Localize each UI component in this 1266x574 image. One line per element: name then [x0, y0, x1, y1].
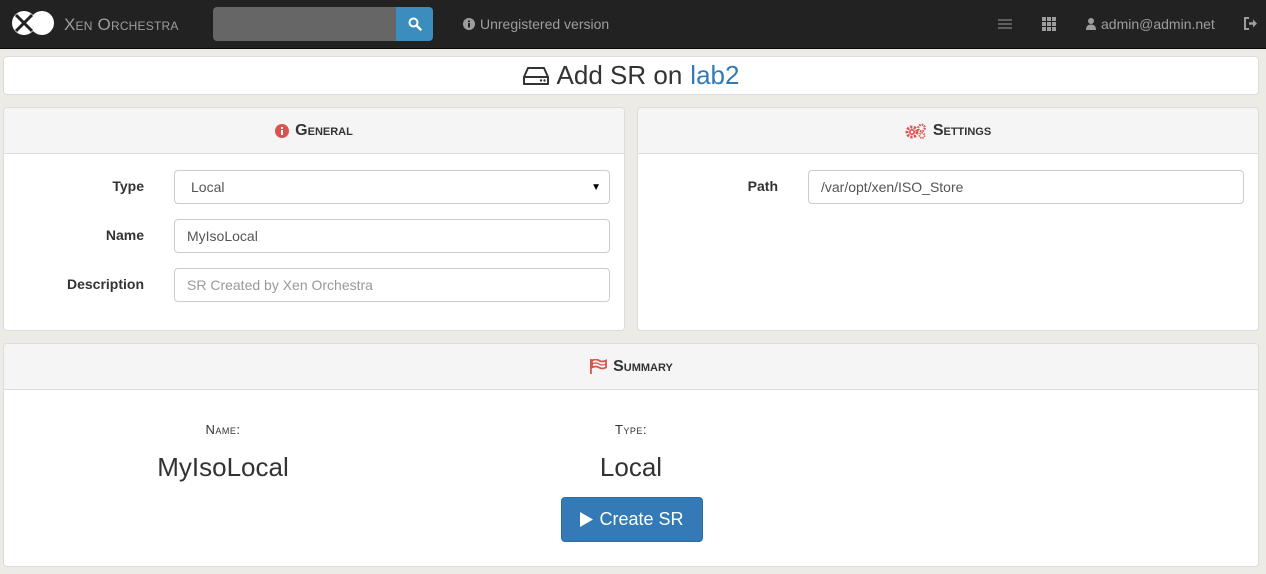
info-circle-icon — [275, 123, 290, 138]
settings-heading: Settings — [638, 108, 1258, 154]
summary-panel: Summary Name: MyIsoLocal Type: Local Cre… — [3, 343, 1259, 567]
flag-icon — [590, 359, 608, 374]
summary-type-value: Local — [599, 452, 663, 482]
cogs-icon — [905, 123, 926, 139]
user-icon — [1086, 18, 1096, 30]
title-prefix: Add SR on — [556, 60, 683, 90]
search-input[interactable] — [213, 7, 396, 41]
search-group — [213, 7, 433, 41]
description-field[interactable]: SR Created by Xen Orchestra — [174, 268, 610, 302]
play-icon — [580, 512, 594, 527]
name-field-value: MyIsoLocal — [187, 228, 258, 244]
type-select-value: Local — [191, 179, 225, 195]
summary-name-label: Name: — [205, 422, 241, 437]
navbar: Xen Orchestra Unregistered version admin… — [0, 0, 1266, 49]
unregistered-text: Unregistered version — [480, 16, 610, 32]
user-menu[interactable]: admin@admin.net — [1086, 16, 1215, 32]
summary-type-label: Type: — [614, 422, 648, 437]
settings-panel: Settings Path /var/opt/xen/ISO_Store — [637, 107, 1259, 331]
host-link[interactable]: lab2 — [690, 60, 739, 91]
settings-heading-text: Settings — [932, 121, 992, 139]
summary-heading-text: Summary — [613, 357, 673, 375]
title-panel: Add SR on lab2 — [3, 56, 1259, 95]
hdd-icon — [522, 66, 549, 85]
sign-out-icon[interactable] — [1244, 17, 1258, 30]
page-title: Add SR on lab2 — [4, 60, 1258, 91]
xo-logo-icon[interactable] — [11, 9, 55, 37]
name-field[interactable]: MyIsoLocal — [174, 219, 610, 253]
general-heading-text: General — [295, 121, 353, 139]
user-email: admin@admin.net — [1101, 16, 1215, 32]
description-placeholder: SR Created by Xen Orchestra — [187, 277, 373, 293]
chevron-down-icon: ▼ — [591, 182, 601, 193]
create-sr-button[interactable]: Create SR — [561, 497, 703, 542]
search-icon — [408, 17, 422, 31]
grid-icon[interactable] — [1042, 17, 1056, 31]
path-field[interactable]: /var/opt/xen/ISO_Store — [808, 170, 1244, 204]
path-label: Path — [747, 178, 778, 194]
unregistered-notice[interactable]: Unregistered version — [463, 16, 609, 32]
type-label: Type — [112, 178, 144, 194]
type-select[interactable]: Local ▼ — [174, 170, 610, 204]
brand-name[interactable]: Xen Orchestra — [64, 15, 179, 35]
create-sr-label: Create SR — [599, 509, 684, 529]
general-panel: General Type Local ▼ Name MyIsoLocal Des… — [3, 107, 625, 331]
info-circle-icon — [463, 18, 475, 30]
summary-heading: Summary — [4, 344, 1258, 390]
path-field-value: /var/opt/xen/ISO_Store — [821, 179, 964, 195]
general-heading: General — [4, 108, 624, 154]
list-icon[interactable] — [998, 17, 1012, 31]
search-button[interactable] — [396, 7, 433, 41]
name-label: Name — [105, 227, 144, 243]
summary-name-value: MyIsoLocal — [157, 452, 289, 482]
description-label: Description — [66, 276, 144, 292]
